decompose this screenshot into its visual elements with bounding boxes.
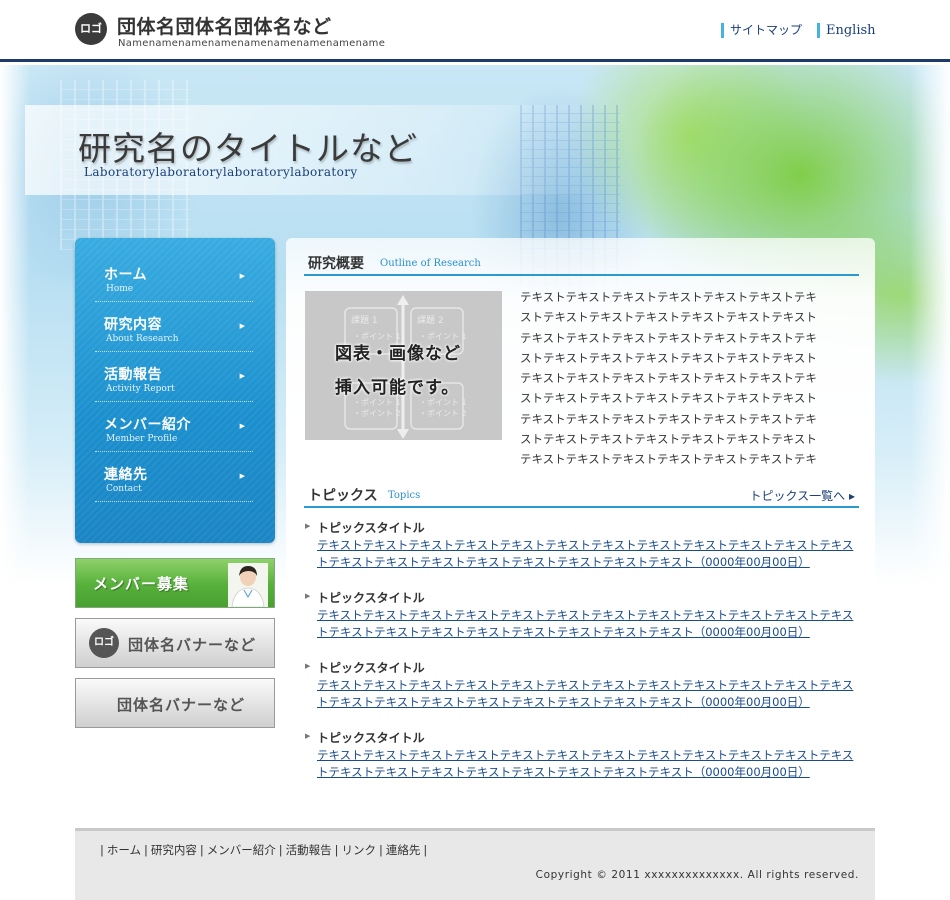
section-heading: 研究概要 (308, 256, 364, 272)
nav-item-sublabel: About Research (106, 334, 179, 344)
diagram-graphic (305, 291, 502, 440)
chevron-right-icon: ▶ (239, 422, 245, 430)
nav-item-about-research[interactable]: 研究内容 About Research ▶ (95, 302, 253, 352)
nav-item-label: ホーム (104, 267, 148, 283)
section-heading: トピックス (308, 488, 378, 504)
org-banner[interactable]: 団体名バナーなど (75, 678, 275, 728)
chevron-right-icon: ▶ (239, 372, 245, 380)
topic-link[interactable]: テキストテキストテキストテキストテキストテキストテキストテキストテキストテキスト… (317, 607, 857, 640)
separator: | (144, 843, 148, 857)
bullet-arrow-icon: ▶ (305, 662, 311, 670)
nav-item-sublabel: Home (106, 284, 134, 294)
footer-link-members[interactable]: メンバー紹介 (207, 843, 276, 857)
topic-title: トピックスタイトル (317, 661, 425, 675)
nav-item-activity-report[interactable]: 活動報告 Activity Report ▶ (95, 352, 253, 402)
separator: | (278, 843, 283, 857)
topic-link[interactable]: テキストテキストテキストテキストテキストテキストテキストテキストテキストテキスト… (317, 747, 857, 780)
topic-title: トピックスタイトル (317, 731, 425, 745)
placeholder-text: 図表・画像など (335, 344, 461, 364)
section-heading-en: Topics (388, 490, 421, 501)
nav-item-label: 研究内容 (104, 317, 162, 333)
topics-heading: トピックス Topics トピックス一覧へ ▸ (304, 470, 859, 508)
separator: | (100, 843, 104, 857)
nav-item-sublabel: Activity Report (106, 384, 175, 394)
logo[interactable]: ロゴ (75, 13, 107, 45)
logo: ロゴ (89, 628, 119, 658)
footer-link-contact[interactable]: 連絡先 (386, 843, 421, 857)
page-subtitle: Laboratorylaboratorylaboratorylaboratory (84, 165, 358, 179)
chevron-right-icon: ▶ (239, 272, 245, 280)
diagram-point: ・ポイント 1 (419, 398, 467, 407)
org-subtitle: Namenamenamenamenamenamenamenamename (118, 38, 386, 49)
page-title: 研究名のタイトルなど (78, 129, 418, 168)
org-name[interactable]: 団体名団体名団体名など (117, 12, 332, 39)
diagram-label: 課題 1 (351, 316, 378, 326)
bullet-arrow-icon: ▶ (305, 732, 311, 740)
hero-fade (910, 65, 950, 585)
separator: | (199, 843, 204, 857)
org-banner-with-logo[interactable]: ロゴ 団体名バナーなど (75, 618, 275, 668)
nav-item-sublabel: Contact (106, 484, 142, 494)
chevron-right-icon: ▶ (239, 322, 245, 330)
site-footer: | ホーム | 研究内容 | メンバー紹介 | 活動報告 | リンク | 連絡先 | Copyright… (75, 828, 875, 900)
recruit-banner-label: メンバー募集 (93, 575, 190, 593)
separator: | (379, 843, 383, 857)
nav-item-label: メンバー紹介 (104, 417, 191, 433)
research-text: テキストテキストテキストテキストテキストテキストテキストテキストテキストテキスト… (520, 290, 817, 467)
nav-item-sublabel: Member Profile (106, 434, 178, 444)
nav-item-contact[interactable]: 連絡先 Contact ▶ (95, 452, 253, 502)
separator: | (423, 843, 428, 857)
org-banner-label: 団体名バナーなど (128, 636, 257, 654)
topic-title: トピックスタイトル (317, 591, 425, 605)
topic-title: トピックスタイトル (317, 521, 425, 535)
chevron-right-icon: ▶ (239, 472, 245, 480)
nav-item-label: 連絡先 (104, 467, 148, 483)
footer-link-activity[interactable]: 活動報告 (286, 843, 332, 857)
footer-link-links[interactable]: リンク (342, 843, 377, 857)
topics-list-link[interactable]: トピックス一覧へ ▸ (750, 487, 855, 504)
research-heading: 研究概要 Outline of Research (304, 238, 859, 276)
topic-link[interactable]: テキストテキストテキストテキストテキストテキストテキストテキストテキストテキスト… (317, 537, 857, 570)
copyright-text: Copyright © 2011 xxxxxxxxxxxxxx. All rig… (535, 869, 859, 881)
person-icon (228, 563, 268, 607)
bullet-arrow-icon: ▶ (305, 592, 311, 600)
diagram-point: ・ポイント 1 (353, 398, 401, 407)
english-link[interactable]: English (817, 23, 876, 38)
diagram-label: 課題 2 (417, 316, 444, 326)
diagram-point: ・ポイント 2 (419, 409, 467, 418)
sitemap-link[interactable]: サイトマップ (721, 23, 802, 38)
sidebar-nav: ホーム Home ▶ 研究内容 About Research ▶ 活動報告 Ac… (75, 238, 275, 543)
footer-link-home[interactable]: ホーム (107, 843, 141, 857)
footer-link-research[interactable]: 研究内容 (151, 843, 197, 857)
diagram-point: ・ポイント 2 (353, 409, 401, 418)
nav-item-member-profile[interactable]: メンバー紹介 Member Profile ▶ (95, 402, 253, 452)
nav-item-label: 活動報告 (104, 367, 162, 383)
topic-link[interactable]: テキストテキストテキストテキストテキストテキストテキストテキストテキストテキスト… (317, 677, 857, 710)
recruit-banner[interactable]: メンバー募集 (75, 558, 275, 608)
site-header: ロゴ 団体名団体名団体名など Namenamenamenamenamenamen… (0, 0, 950, 62)
placeholder-image: 課題 1 課題 2 ・ポイント 1 ・ポイント 1 ・ポイント 1 ・ポイント … (305, 291, 502, 440)
placeholder-text: 挿入可能です。 (335, 378, 460, 398)
footer-nav: | ホーム | 研究内容 | メンバー紹介 | 活動報告 | リンク | 連絡先 | (97, 842, 430, 858)
nav-item-home[interactable]: ホーム Home ▶ (95, 252, 253, 302)
org-banner-label: 団体名バナーなど (117, 696, 246, 714)
bullet-arrow-icon: ▶ (305, 522, 311, 530)
separator: | (334, 843, 339, 857)
section-heading-en: Outline of Research (380, 258, 481, 269)
